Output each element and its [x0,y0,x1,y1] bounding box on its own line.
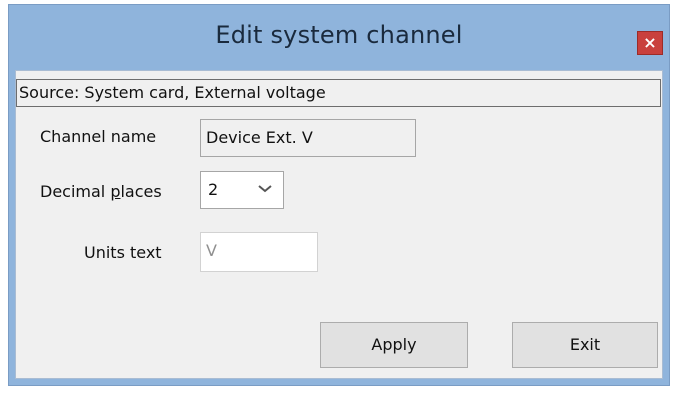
dialog-title: Edit system channel [215,21,463,49]
source-info: Source: System card, External voltage [16,79,661,107]
dialog-window: Edit system channel × Source: System car… [8,4,670,386]
title-bar[interactable]: Edit system channel × [9,5,669,67]
dialog-body: Source: System card, External voltage Ch… [15,70,663,379]
close-button[interactable]: × [637,31,663,55]
close-icon: × [643,33,657,52]
apply-button[interactable]: Apply [320,322,468,368]
channel-name-label: Channel name [40,127,157,146]
decimal-places-label: Decimal places [40,182,162,201]
units-text-field[interactable]: V [200,232,318,272]
chevron-down-icon [257,178,273,202]
decimal-places-value: 2 [208,180,219,199]
units-text-label: Units text [84,243,162,262]
channel-name-field[interactable]: Device Ext. V [200,119,416,157]
decimal-places-select[interactable]: 2 [200,171,284,209]
exit-button[interactable]: Exit [512,322,658,368]
